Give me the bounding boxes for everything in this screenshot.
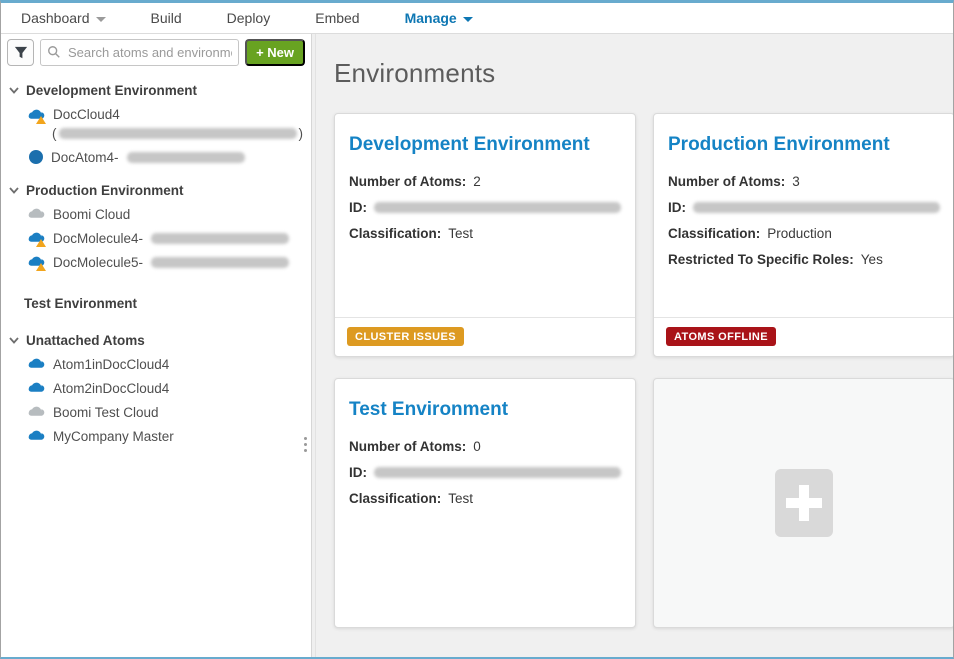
cloud-warning-icon [28,231,45,245]
field-classification: Classification:Production [668,224,940,243]
nav-item-label: Manage [405,10,457,26]
funnel-icon [14,46,28,60]
tree-item-label: DocMolecule4- [53,231,143,246]
cloud-gray-icon [28,405,45,419]
chevron-down-icon [9,87,19,94]
tree-item-mycompany-master[interactable]: MyCompany Master [9,424,303,448]
card-title-link[interactable]: Development Environment [349,134,621,156]
chevron-down-icon [96,17,106,22]
redacted-id [127,152,245,163]
drag-handle-icon[interactable] [304,437,307,452]
tree-group-label: Unattached Atoms [26,333,145,348]
environment-card-production[interactable]: Production Environment Number of Atoms:3… [653,113,953,357]
nav-item-embed[interactable]: Embed [315,10,359,26]
environment-card-development[interactable]: Development Environment Number of Atoms:… [334,113,636,357]
tree-item-boomi-cloud[interactable]: Boomi Cloud [9,202,303,226]
tree-item-doccloud4[interactable]: DocCloud4 [9,102,303,126]
tree-item-label: Boomi Cloud [53,207,130,222]
tree-item-label: DocMolecule5- [53,255,143,270]
redacted-id [59,128,297,139]
search-icon [47,45,61,59]
field-number-of-atoms: Number of Atoms:3 [668,172,940,191]
tree-group-label: Test Environment [24,296,137,311]
cloud-blue-icon [28,357,45,371]
tree-group-development-environment[interactable]: Development Environment [9,83,303,98]
tree-item-label: Boomi Test Cloud [53,405,159,420]
app-window: Dashboard Build Deploy Embed Manage [0,0,954,659]
nav-item-dashboard[interactable]: Dashboard [21,10,106,26]
tree-item-docmolecule4[interactable]: DocMolecule4- [9,226,303,250]
tree-item-docatom4[interactable]: DocAtom4- [9,145,303,169]
cloud-warning-icon [28,255,45,269]
tree-item-label: Atom1inDocCloud4 [53,357,169,372]
plus-icon[interactable] [775,469,833,537]
field-number-of-atoms: Number of Atoms:0 [349,437,621,456]
field-id: ID: [349,463,621,482]
tree-item-label: DocCloud4 [53,107,120,122]
tree-item-label: DocAtom4- [51,150,119,165]
top-nav: Dashboard Build Deploy Embed Manage [1,3,953,34]
environment-cards-grid: Development Environment Number of Atoms:… [334,113,939,628]
nav-item-label: Build [151,10,182,26]
status-badge-atoms-offline: ATOMS OFFLINE [666,327,776,346]
chevron-down-icon [463,17,473,22]
tree-item-atom1indoccloud4[interactable]: Atom1inDocCloud4 [9,352,303,376]
redacted-id [374,467,621,478]
cloud-gray-icon [28,207,45,221]
tree-item-doccloud4-id: ( ) [9,126,303,145]
warning-icon [36,239,46,247]
redacted-id [693,202,940,213]
page-title: Environments [334,58,939,89]
sidebar-search-row: + New [1,34,311,71]
add-environment-card[interactable] [653,378,953,628]
nav-item-deploy[interactable]: Deploy [227,10,271,26]
nav-item-label: Embed [315,10,359,26]
chevron-down-icon [9,337,19,344]
environment-card-test[interactable]: Test Environment Number of Atoms:0 ID: C… [334,378,636,628]
tree-group-test-environment[interactable]: Test Environment [9,296,303,311]
paren-open: ( [52,126,57,141]
chevron-down-icon [9,187,19,194]
tree-item-atom2indoccloud4[interactable]: Atom2inDocCloud4 [9,376,303,400]
field-id: ID: [668,198,940,217]
environments-sidebar: + New Development Environment DocCloud4 [1,34,311,657]
tree-group-production-environment[interactable]: Production Environment [9,183,303,198]
search-field-wrap [40,39,239,66]
nav-item-label: Dashboard [21,10,90,26]
status-badge-cluster-issues: CLUSTER ISSUES [347,327,464,346]
card-title-link[interactable]: Test Environment [349,399,621,421]
field-classification: Classification:Test [349,224,621,243]
redacted-id [151,233,289,244]
paren-close: ) [299,126,304,141]
tree-group-label: Development Environment [26,83,197,98]
sidebar-resize-splitter[interactable] [311,34,316,657]
cloud-warning-icon [28,108,45,122]
environment-tree: Development Environment DocCloud4 ( ) [1,71,311,448]
tree-item-boomi-test-cloud[interactable]: Boomi Test Cloud [9,400,303,424]
redacted-id [374,202,621,213]
field-id: ID: [349,198,621,217]
nav-item-label: Deploy [227,10,271,26]
tree-group-label: Production Environment [26,183,184,198]
search-input[interactable] [40,39,239,66]
field-restricted-roles: Restricted To Specific Roles:Yes [668,250,940,269]
atom-online-icon [29,150,43,164]
cloud-blue-icon [28,381,45,395]
filter-button[interactable] [7,39,34,66]
nav-item-build[interactable]: Build [151,10,182,26]
tree-item-docmolecule5[interactable]: DocMolecule5- [9,250,303,274]
tree-group-unattached-atoms[interactable]: Unattached Atoms [9,333,303,348]
nav-item-manage[interactable]: Manage [405,10,473,26]
new-environment-button[interactable]: + New [245,39,305,66]
cloud-blue-icon [28,429,45,443]
warning-icon [36,116,46,124]
tree-item-label: MyCompany Master [53,429,174,444]
tree-item-label: Atom2inDocCloud4 [53,381,169,396]
field-classification: Classification:Test [349,489,621,508]
card-title-link[interactable]: Production Environment [668,134,940,156]
environments-main-panel: Environments Development Environment Num… [316,34,953,657]
field-number-of-atoms: Number of Atoms:2 [349,172,621,191]
redacted-id [151,257,289,268]
warning-icon [36,263,46,271]
